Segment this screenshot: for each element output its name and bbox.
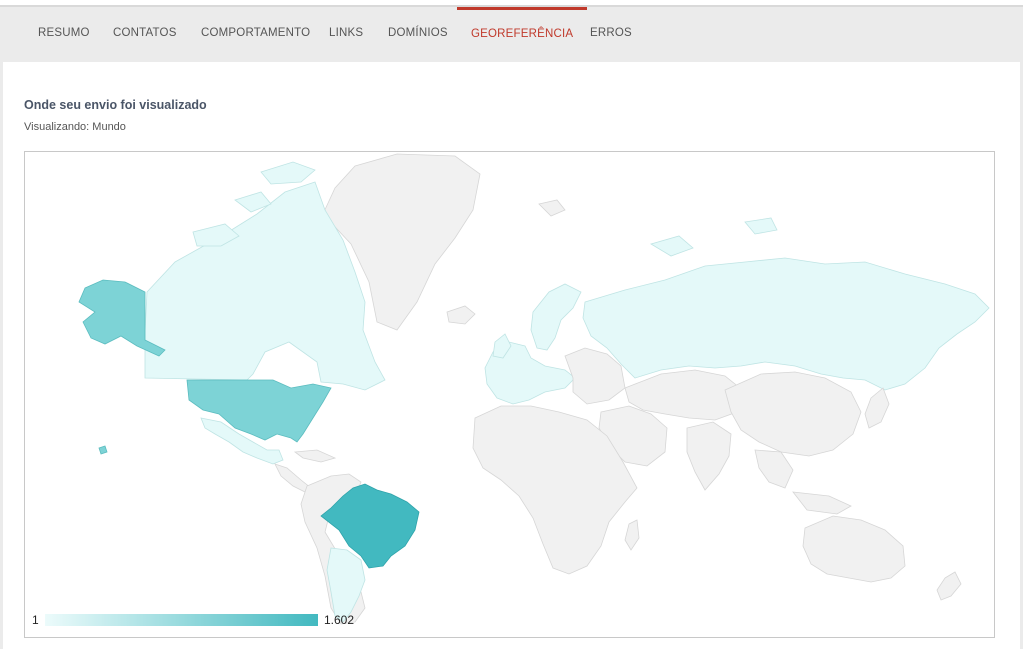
map-country-china[interactable] bbox=[724, 371, 862, 457]
map-country-india[interactable] bbox=[686, 421, 732, 491]
world-map-canvas bbox=[78, 153, 990, 625]
map-southeast-asia[interactable] bbox=[754, 449, 852, 515]
tab-georeferencia[interactable]: GEOREFERÊNCIA bbox=[457, 7, 588, 62]
tab-resumo[interactable]: RESUMO bbox=[24, 7, 104, 62]
map-country-japan[interactable] bbox=[864, 387, 890, 429]
legend-color-scale bbox=[45, 614, 318, 626]
report-tab-bar: RESUMO CONTATOS COMPORTAMENTO LINKS DOMÍ… bbox=[0, 7, 1023, 62]
top-divider bbox=[0, 0, 1023, 7]
viewing-scope-label: Visualizando: Mundo bbox=[24, 121, 126, 133]
map-country-russia[interactable] bbox=[582, 257, 990, 391]
tab-links[interactable]: LINKS bbox=[315, 7, 377, 62]
map-country-usa[interactable] bbox=[186, 379, 332, 443]
map-country-australia[interactable] bbox=[802, 515, 906, 583]
map-central-america[interactable] bbox=[274, 463, 312, 493]
legend-min-value: 1 bbox=[32, 613, 39, 627]
map-scandinavia[interactable] bbox=[530, 283, 582, 351]
map-caribbean[interactable] bbox=[293, 449, 337, 463]
tab-erros[interactable]: ERROS bbox=[576, 7, 646, 62]
map-country-madagascar[interactable] bbox=[624, 519, 640, 551]
world-map[interactable]: 1 1.602 bbox=[24, 151, 995, 638]
map-hawaii[interactable] bbox=[98, 445, 108, 455]
map-country-new-zealand[interactable] bbox=[936, 571, 962, 601]
tab-dominios[interactable]: DOMÍNIOS bbox=[374, 7, 462, 62]
map-russia-islands[interactable] bbox=[650, 217, 778, 257]
map-svalbard[interactable] bbox=[538, 199, 566, 217]
legend-max-value: 1.602 bbox=[324, 613, 355, 627]
tab-comportamento[interactable]: COMPORTAMENTO bbox=[187, 7, 324, 62]
map-country-iceland[interactable] bbox=[446, 305, 476, 325]
section-title: Onde seu envio foi visualizado bbox=[24, 98, 207, 112]
tab-contatos[interactable]: CONTATOS bbox=[99, 7, 191, 62]
